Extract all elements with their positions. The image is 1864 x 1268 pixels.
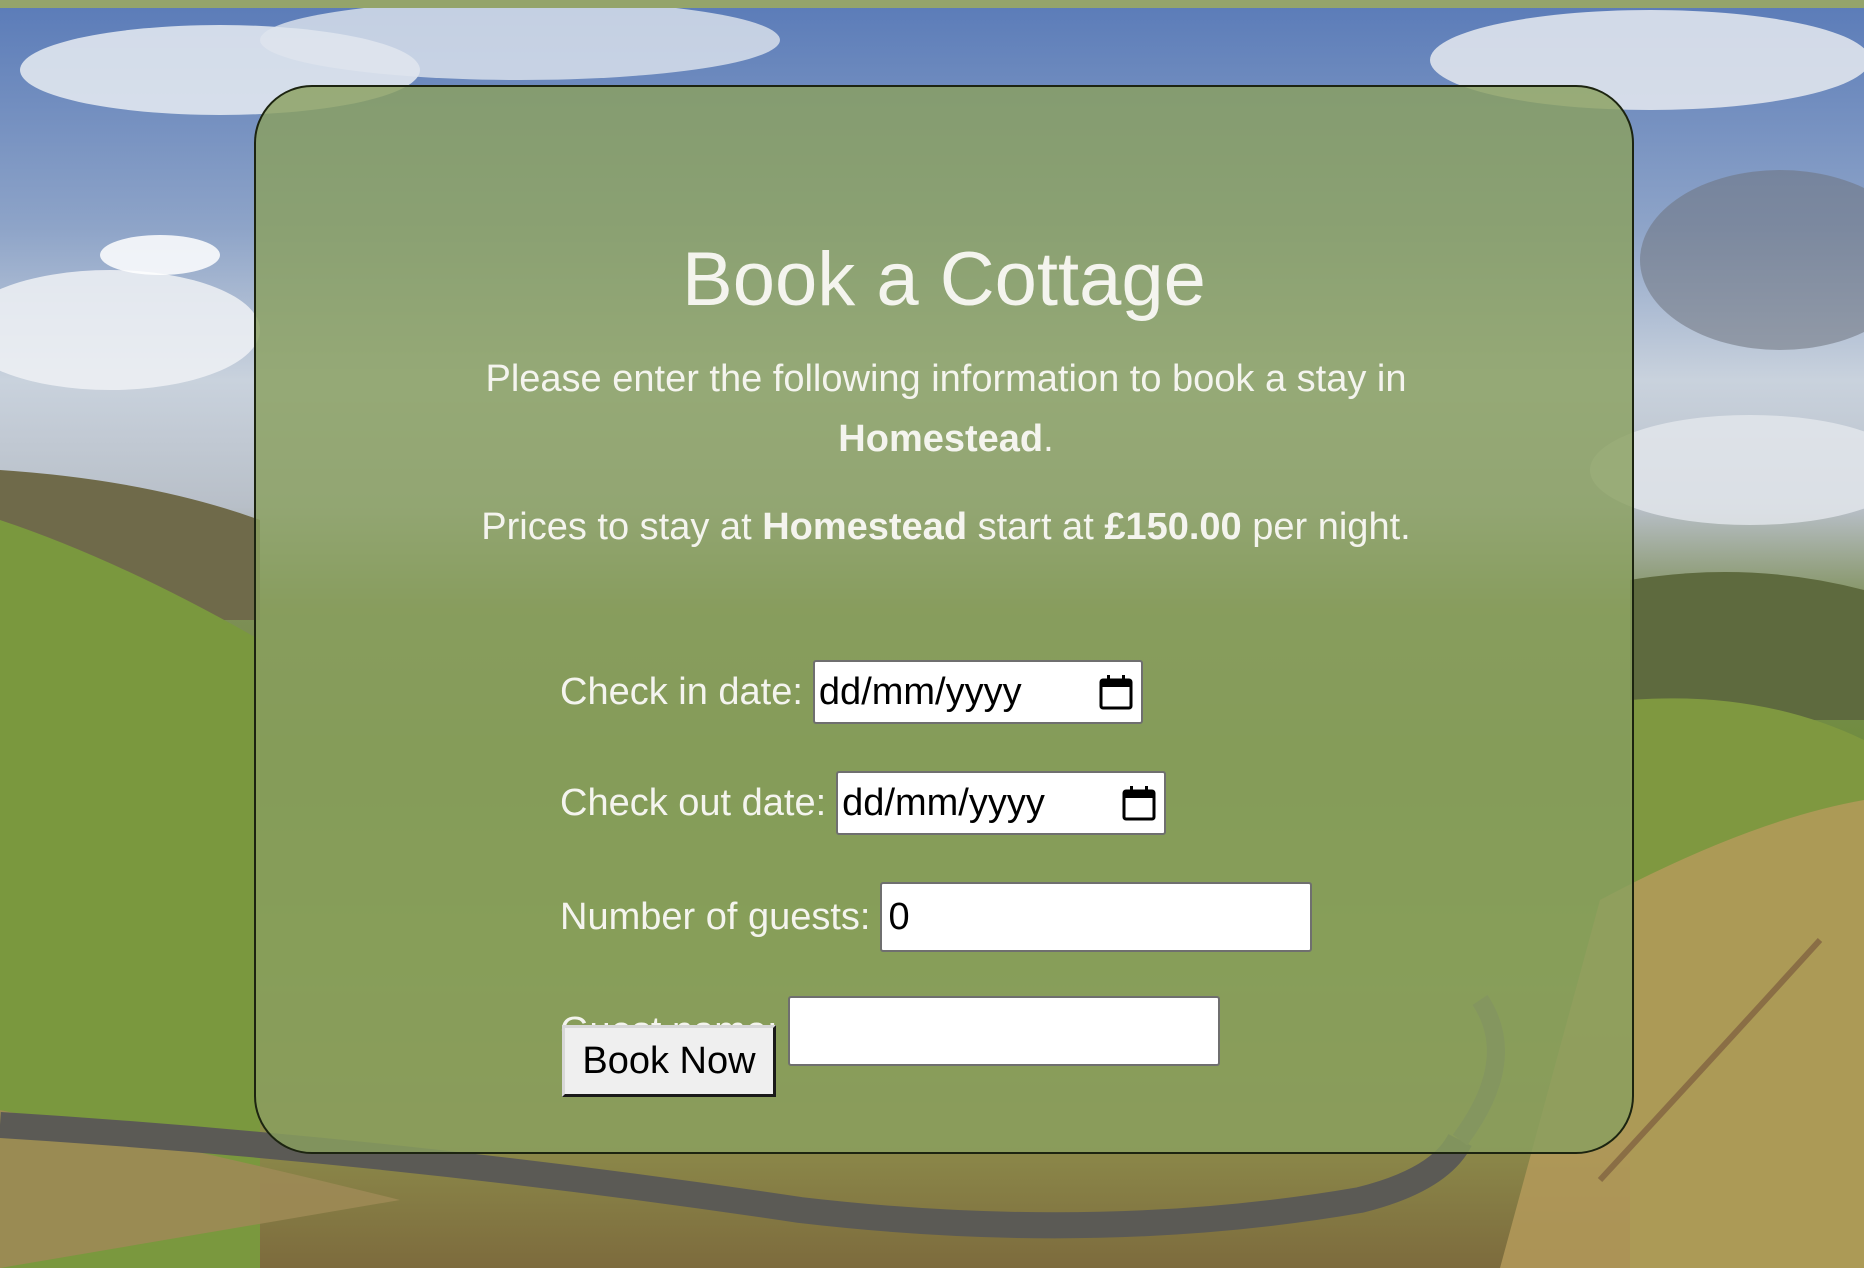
booking-card: Book a Cottage Please enter the followin… (254, 85, 1634, 1154)
calendar-icon[interactable] (1122, 785, 1156, 821)
guests-label: Number of guests: (560, 895, 871, 938)
price-value: £150.00 (1104, 506, 1242, 548)
prices-prefix: Prices to stay at (481, 506, 752, 548)
check-out-date-input[interactable]: dd/mm/yyyy (836, 771, 1167, 835)
guests-row: Number of guests: (560, 882, 1313, 952)
page-title: Book a Cottage (682, 237, 1206, 322)
prices-middle: start at (977, 506, 1094, 548)
check-in-date-input[interactable]: dd/mm/yyyy (812, 660, 1143, 724)
intro-suffix: . (1043, 418, 1054, 460)
calendar-icon[interactable] (1099, 674, 1133, 710)
guest-name-input[interactable] (787, 996, 1220, 1066)
check-in-row: Check in date: dd/mm/yyyy (560, 657, 1143, 727)
intro-text-main: Please enter the following information t… (485, 358, 1407, 400)
prices-cottage-name: Homestead (762, 506, 968, 548)
prices-suffix: per night. (1252, 506, 1411, 548)
check-in-placeholder: dd/mm/yyyy (818, 670, 1022, 713)
intro-cottage-name: Homestead (838, 418, 1044, 460)
check-out-placeholder: dd/mm/yyyy (842, 781, 1045, 824)
check-out-label: Check out date: (560, 781, 827, 824)
prices-text: Prices to stay at Homestead start at £15… (376, 499, 1516, 555)
intro-text: Please enter the following information t… (456, 349, 1436, 469)
check-in-label: Check in date: (560, 670, 803, 713)
check-out-row: Check out date: dd/mm/yyyy (560, 768, 1167, 838)
top-bar (0, 0, 1864, 8)
book-now-button[interactable]: Book Now (562, 1025, 776, 1097)
guests-input[interactable] (880, 882, 1313, 952)
